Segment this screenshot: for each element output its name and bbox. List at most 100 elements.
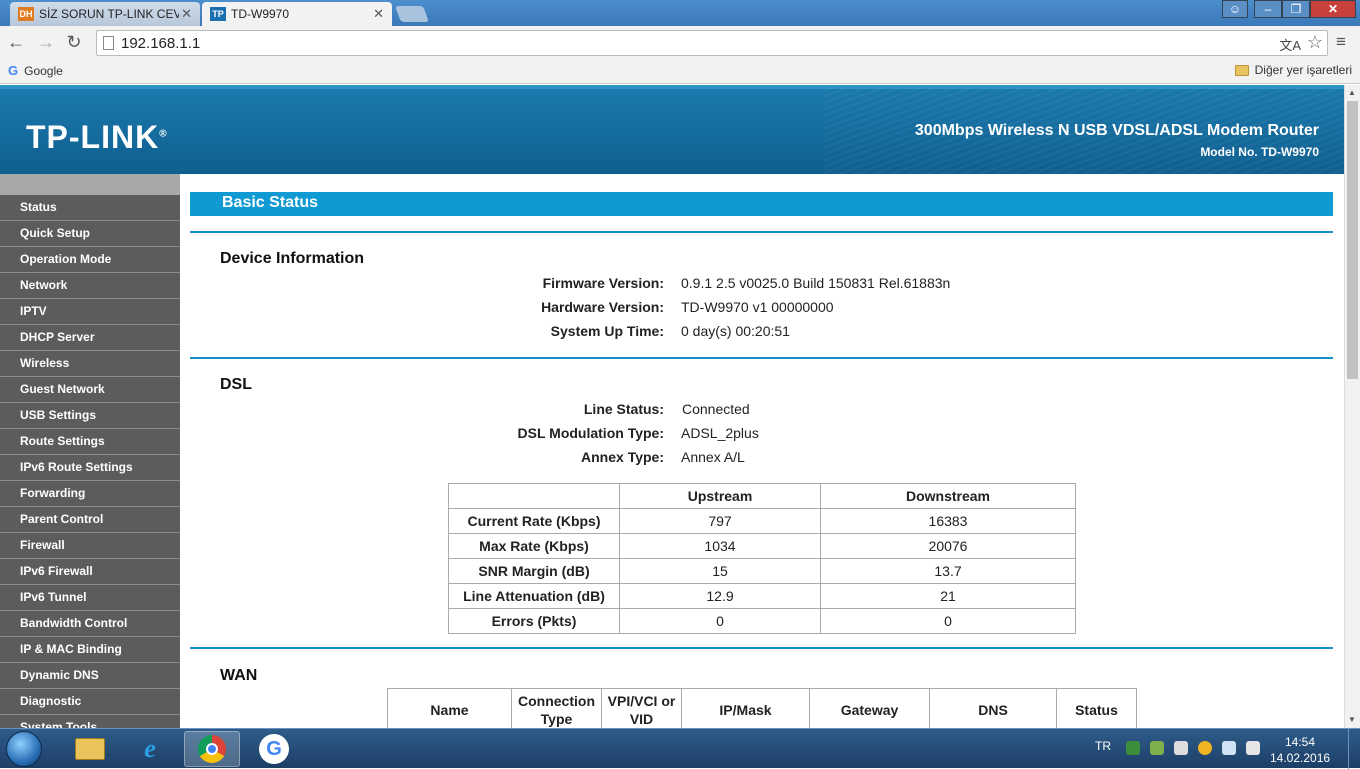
menu-item[interactable]: Parent Control: [0, 507, 180, 533]
table-cell: 20076: [820, 533, 1076, 559]
security-icon[interactable]: [1150, 741, 1164, 755]
network-status-icon[interactable]: [1126, 741, 1140, 755]
action-center-flag-icon[interactable]: [1174, 741, 1188, 755]
maximize-button[interactable]: ❐: [1282, 0, 1310, 18]
taskbar-chrome[interactable]: [184, 731, 240, 767]
page-viewport: TP-LINK® 300Mbps Wireless N USB VDSL/ADS…: [0, 85, 1344, 728]
signal-bars-icon[interactable]: [1222, 741, 1236, 755]
user-profile-icon[interactable]: ☺: [1222, 0, 1248, 18]
uptime-value: 0 day(s) 00:20:51: [681, 323, 790, 339]
table-row: SNR Margin (dB) 15 13.7: [448, 558, 1076, 584]
menu-item[interactable]: Bandwidth Control: [0, 611, 180, 637]
line-status-value: Connected: [682, 401, 750, 417]
divider: [190, 357, 1333, 359]
menu-item[interactable]: Firewall: [0, 533, 180, 559]
menu-item[interactable]: IPTV: [0, 299, 180, 325]
url-text: 192.168.1.1: [121, 35, 201, 52]
show-desktop-button[interactable]: [1348, 729, 1360, 769]
menu-item[interactable]: Route Settings: [0, 429, 180, 455]
page-icon: [103, 36, 114, 50]
address-bar[interactable]: 192.168.1.1 文A ☆: [96, 30, 1328, 56]
menu-item[interactable]: USB Settings: [0, 403, 180, 429]
table-cell: Max Rate (Kbps): [448, 533, 620, 559]
bookmark-star-icon[interactable]: ☆: [1307, 32, 1323, 53]
bookmark-google[interactable]: G Google: [8, 63, 63, 78]
scrollbar-thumb[interactable]: [1347, 101, 1358, 379]
bookmark-label: Google: [24, 63, 63, 78]
other-bookmarks-label: Diğer yer işaretleri: [1254, 63, 1352, 77]
browser-menu-icon[interactable]: ≡: [1336, 32, 1346, 52]
reload-icon[interactable]: ↻: [64, 32, 84, 53]
table-row: Line Attenuation (dB) 12.9 21: [448, 583, 1076, 609]
menu-item[interactable]: IPv6 Firewall: [0, 559, 180, 585]
menu-item[interactable]: IP & MAC Binding: [0, 637, 180, 663]
taskbar-explorer[interactable]: [62, 731, 118, 767]
folder-icon: [1234, 64, 1249, 76]
other-bookmarks[interactable]: Diğer yer işaretleri: [1234, 63, 1352, 77]
table-header: Downstream: [820, 483, 1076, 509]
browser-tab-bar: DH SİZ SORUN TP-LINK CEVAP ✕ TP TD-W9970…: [0, 0, 1360, 26]
system-clock[interactable]: 14:54 14.02.2016: [1270, 734, 1330, 766]
clock-time: 14:54: [1284, 735, 1316, 749]
close-tab-icon[interactable]: ✕: [373, 6, 384, 22]
taskbar-google[interactable]: G: [246, 731, 302, 767]
new-tab-button[interactable]: [395, 6, 429, 22]
menu-item[interactable]: IPv6 Route Settings: [0, 455, 180, 481]
wan-title: WAN: [220, 667, 258, 684]
table-cell: Line Attenuation (dB): [448, 583, 620, 609]
table-header: [448, 483, 620, 509]
menu-item[interactable]: Operation Mode: [0, 247, 180, 273]
menu-item[interactable]: Status: [0, 195, 180, 221]
translate-icon[interactable]: 文A: [1279, 35, 1301, 54]
app-tray-icon[interactable]: [1198, 741, 1212, 755]
menu-item[interactable]: Dynamic DNS: [0, 663, 180, 689]
hardware-value: TD-W9970 v1 00000000: [681, 299, 834, 315]
menu-item[interactable]: Diagnostic: [0, 689, 180, 715]
table-cell: 0: [619, 608, 821, 634]
menu-item[interactable]: System Tools: [0, 715, 180, 728]
menu-item[interactable]: Wireless: [0, 351, 180, 377]
menu-item[interactable]: Quick Setup: [0, 221, 180, 247]
clock-date: 14.02.2016: [1270, 751, 1331, 765]
menu-item[interactable]: DHCP Server: [0, 325, 180, 351]
taskbar-ie[interactable]: e: [122, 731, 178, 767]
close-tab-icon[interactable]: ✕: [181, 6, 192, 22]
back-arrow-icon[interactable]: ←: [6, 32, 26, 53]
scroll-up-icon[interactable]: ▲: [1348, 88, 1356, 97]
windows-taskbar: e G TR 14:54 14.02.2016: [0, 728, 1360, 769]
table-header: Gateway: [809, 688, 930, 728]
menu-item[interactable]: Network: [0, 273, 180, 299]
folder-explorer-icon: [75, 738, 105, 760]
menu-item[interactable]: IPv6 Tunnel: [0, 585, 180, 611]
table-header: IP/Mask: [681, 688, 810, 728]
table-header: Name: [387, 688, 512, 728]
table-header: DNS: [929, 688, 1057, 728]
close-window-button[interactable]: ✕: [1310, 0, 1356, 18]
firmware-value: 0.9.1 2.5 v0025.0 Build 150831 Rel.61883…: [681, 275, 951, 291]
forward-arrow-icon[interactable]: →: [36, 32, 56, 53]
browser-toolbar: ← → ↻ 192.168.1.1 文A ☆ ≡: [0, 26, 1360, 60]
table-row: Max Rate (Kbps) 1034 20076: [448, 533, 1076, 559]
menu-item[interactable]: Forwarding: [0, 481, 180, 507]
language-indicator[interactable]: TR: [1095, 739, 1111, 753]
minimize-button[interactable]: –: [1254, 0, 1282, 18]
product-title: 300Mbps Wireless N USB VDSL/ADSL Modem R…: [914, 122, 1319, 139]
table-row: Current Rate (Kbps) 797 16383: [448, 508, 1076, 534]
volume-icon[interactable]: [1246, 741, 1260, 755]
start-button[interactable]: [6, 731, 42, 767]
menu-item[interactable]: Guest Network: [0, 377, 180, 403]
scroll-down-icon[interactable]: ▼: [1348, 715, 1356, 724]
table-row: Errors (Pkts) 0 0: [448, 608, 1076, 634]
page-scrollbar[interactable]: ▲ ▼: [1344, 85, 1360, 728]
table-cell: 797: [619, 508, 821, 534]
tab-label: SİZ SORUN TP-LINK CEVAP: [39, 7, 179, 21]
annex-value: Annex A/L: [681, 449, 745, 465]
forum-favicon-icon: DH: [18, 7, 34, 21]
tplink-favicon-icon: TP: [210, 7, 226, 21]
browser-tab-forum[interactable]: DH SİZ SORUN TP-LINK CEVAP ✕: [10, 2, 200, 26]
table-cell: 1034: [619, 533, 821, 559]
browser-tab-router[interactable]: TP TD-W9970 ✕: [202, 2, 392, 26]
router-menu: Status Quick Setup Operation Mode Network IP…: [0, 174, 180, 728]
divider: [190, 647, 1333, 649]
table-header: Status: [1056, 688, 1137, 728]
